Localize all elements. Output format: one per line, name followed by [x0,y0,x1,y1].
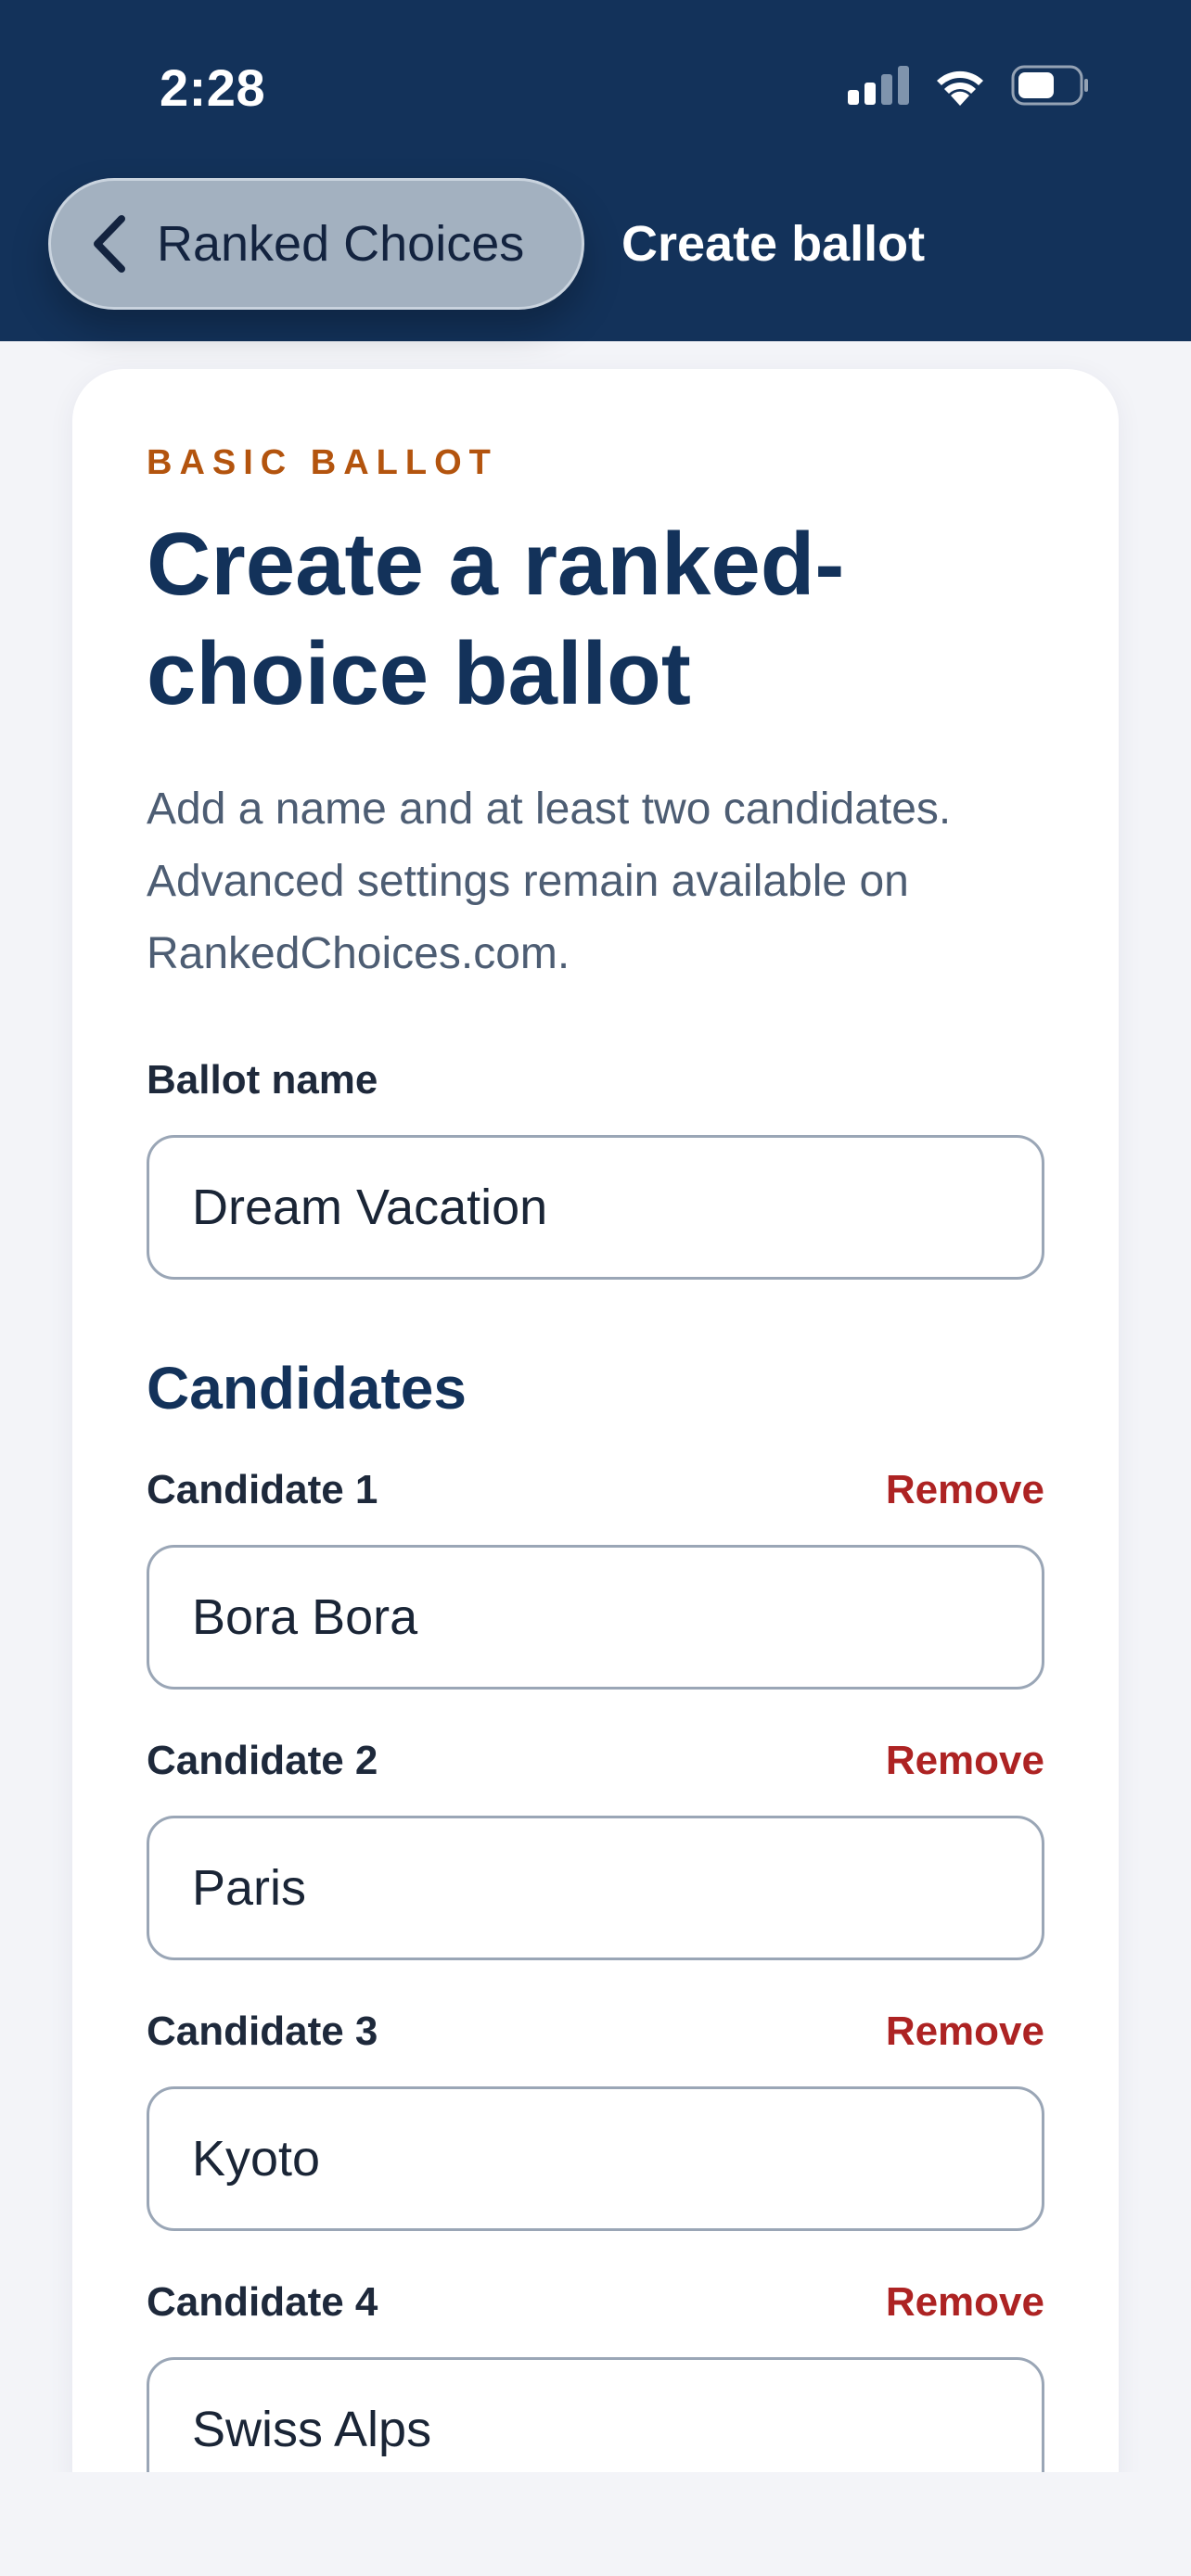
app-header: 2:28 Ranked Choices Create ballot [0,0,1191,341]
wifi-icon [937,70,983,106]
back-button-label: Ranked Choices [157,216,525,272]
candidate-2-input[interactable] [147,1816,1044,1960]
status-time: 2:28 [160,58,266,117]
candidate-1-input[interactable] [147,1545,1044,1690]
cellular-signal-icon [848,66,909,105]
remove-candidate-3-button[interactable]: Remove [886,2009,1044,2055]
intro-text: Add a name and at least two candidates. … [147,784,952,978]
status-icons [848,63,1089,108]
page-title: Create a ranked-choice ballot [147,515,845,723]
candidate-3-label: Candidate 3 [147,2009,378,2054]
eyebrow-label: BASIC BALLOT [147,443,498,482]
candidate-3-input[interactable] [147,2086,1044,2231]
candidate-1-label: Candidate 1 [147,1467,378,1512]
form-card: BASIC BALLOT Create a ranked-choice ball… [72,369,1119,2576]
remove-candidate-2-button[interactable]: Remove [886,1738,1044,1784]
remove-candidate-4-button[interactable]: Remove [886,2279,1044,2326]
header-title: Create ballot [621,216,926,272]
candidate-2-label: Candidate 2 [147,1738,378,1783]
ballot-name-input[interactable] [147,1135,1044,1280]
bottom-bar [0,2472,1191,2576]
back-button[interactable]: Ranked Choices [48,178,584,310]
screen: 2:28 Ranked Choices Create ballot BASIC … [0,0,1191,2576]
remove-candidate-1-button[interactable]: Remove [886,1467,1044,1513]
battery-icon [1011,65,1088,106]
chevron-left-icon [94,215,125,273]
candidates-heading: Candidates [147,1355,467,1422]
ballot-name-label: Ballot name [147,1057,378,1103]
candidate-4-label: Candidate 4 [147,2279,378,2325]
